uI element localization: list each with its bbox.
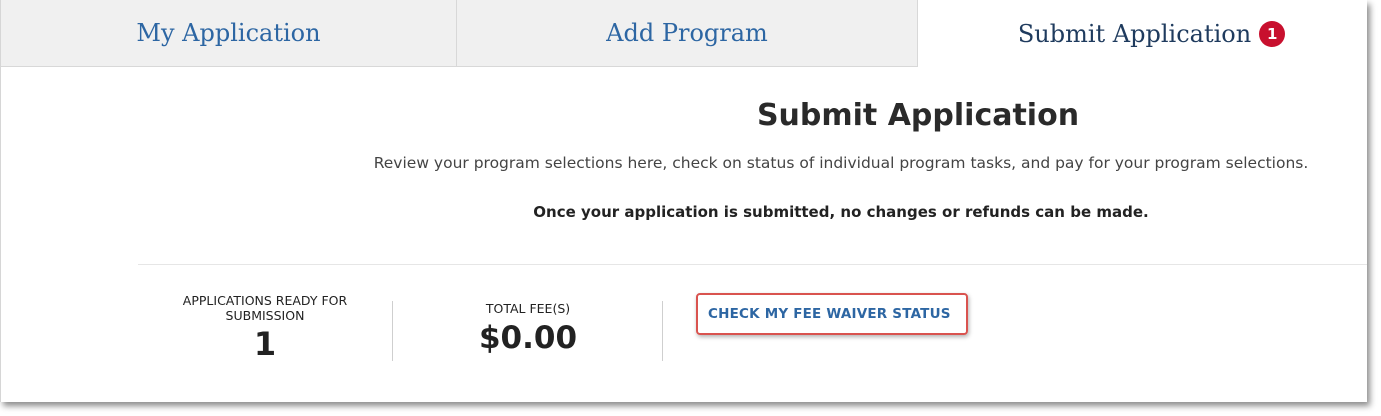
tab-label: My Application <box>136 19 321 47</box>
tab-my-application[interactable]: My Application <box>1 0 457 67</box>
application-window: My Application Add Program Submit Applic… <box>0 0 1367 402</box>
warning-text: Once your application is submitted, no c… <box>533 203 1149 221</box>
stat-separator <box>662 301 663 361</box>
tab-label: Add Program <box>606 19 768 47</box>
applications-ready-stat: APPLICATIONS READY FOR SUBMISSION 1 <box>167 293 363 363</box>
page-title: Submit Application <box>756 98 1080 133</box>
tab-add-program[interactable]: Add Program <box>457 0 918 67</box>
applications-ready-count: 1 <box>253 325 277 363</box>
tab-bar: My Application Add Program Submit Applic… <box>1 0 1367 67</box>
total-fee-label: TOTAL FEE(S) <box>485 301 571 316</box>
notification-badge: 1 <box>1259 20 1286 47</box>
stat-separator <box>392 301 393 361</box>
total-fee-stat: TOTAL FEE(S) $0.00 <box>453 301 603 356</box>
total-fee-amount: $0.00 <box>478 320 578 356</box>
check-fee-waiver-link[interactable]: CHECK MY FEE WAIVER STATUS <box>696 293 968 335</box>
intro-text: Review your program selections here, che… <box>373 154 1309 172</box>
tab-label: Submit Application <box>1017 19 1252 48</box>
section-divider <box>138 264 1367 265</box>
tab-submit-application[interactable]: Submit Application 1 <box>918 0 1367 67</box>
applications-ready-label: APPLICATIONS READY FOR SUBMISSION <box>182 293 348 323</box>
